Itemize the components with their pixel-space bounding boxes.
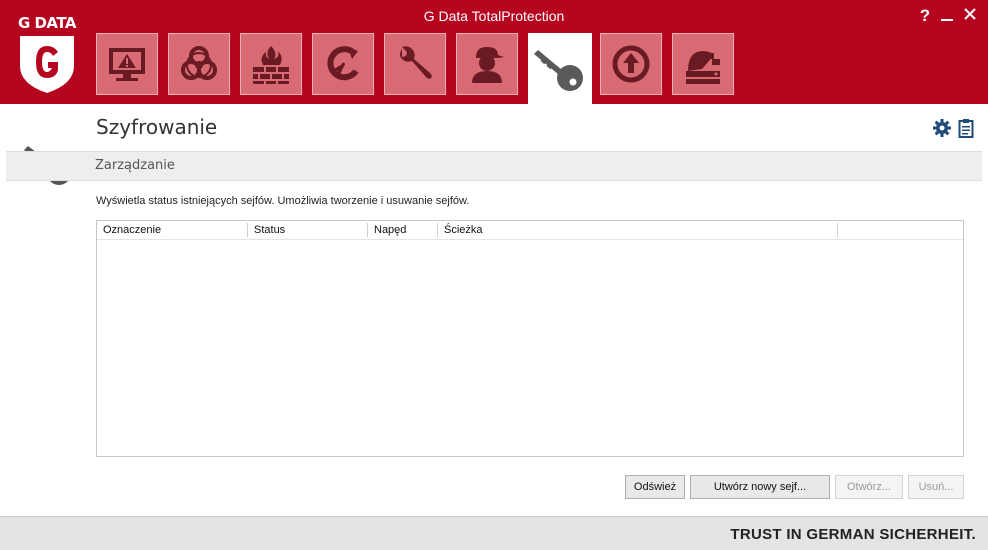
user-cap-icon [472,47,504,83]
column-header-path[interactable]: Ścieżka [438,223,838,237]
logs-button[interactable] [958,118,974,142]
minimize-button[interactable] [936,4,958,28]
backup-arrow-icon [327,46,359,81]
tab-tuner[interactable] [384,33,446,95]
clipboard-icon [958,119,974,138]
column-header-name[interactable]: Oznaczenie [97,223,248,237]
tab-security-status[interactable] [96,33,158,95]
section-description: Wyświetla status istniejących sejfów. Um… [96,195,470,207]
column-header-extra[interactable] [838,221,963,239]
tab-device-control[interactable] [672,33,734,95]
monitor-warning-icon [109,48,145,81]
tab-autostart-manager[interactable] [600,33,662,95]
safes-table[interactable]: Oznaczenie Status Napęd Ścieżka [96,220,964,457]
footer-slogan: TRUST IN GERMAN SICHERHEIT. [730,526,976,543]
footer: TRUST IN GERMAN SICHERHEIT. [0,516,988,550]
section-title: Zarządzanie [95,158,175,173]
table-header: Oznaczenie Status Napęd Ścieżka [97,221,963,240]
close-button[interactable] [959,4,981,28]
tab-virus-protection[interactable] [168,33,230,95]
title-bar: G DATA G Data TotalProtection ? [0,0,988,104]
create-safe-button[interactable]: Utwórz nowy sejf... [690,475,830,499]
refresh-button[interactable]: Odśwież [625,475,685,499]
page-title: Szyfrowanie [96,115,218,139]
column-header-drive[interactable]: Napęd [368,223,438,237]
open-safe-button[interactable]: Otwórz... [835,475,903,499]
gear-icon [933,119,951,137]
settings-button[interactable] [932,118,952,142]
tab-backup[interactable] [312,33,374,95]
tab-encryption[interactable] [528,33,592,104]
gdata-logo: G DATA [14,14,80,94]
section-header: Zarządzanie [6,151,982,181]
wrench-icon [400,46,432,79]
help-button[interactable]: ? [914,4,936,28]
upload-circle-icon [612,45,650,83]
delete-safe-button[interactable]: Usuń... [908,475,964,499]
biohazard-icon [181,46,217,80]
tab-parental-control[interactable] [456,33,518,95]
key-icon [534,49,583,91]
firewall-icon [253,46,289,84]
disk-shredder-icon [686,51,720,84]
tab-firewall[interactable] [240,33,302,95]
column-header-status[interactable]: Status [248,223,368,237]
app-title: G Data TotalProtection [423,8,565,24]
